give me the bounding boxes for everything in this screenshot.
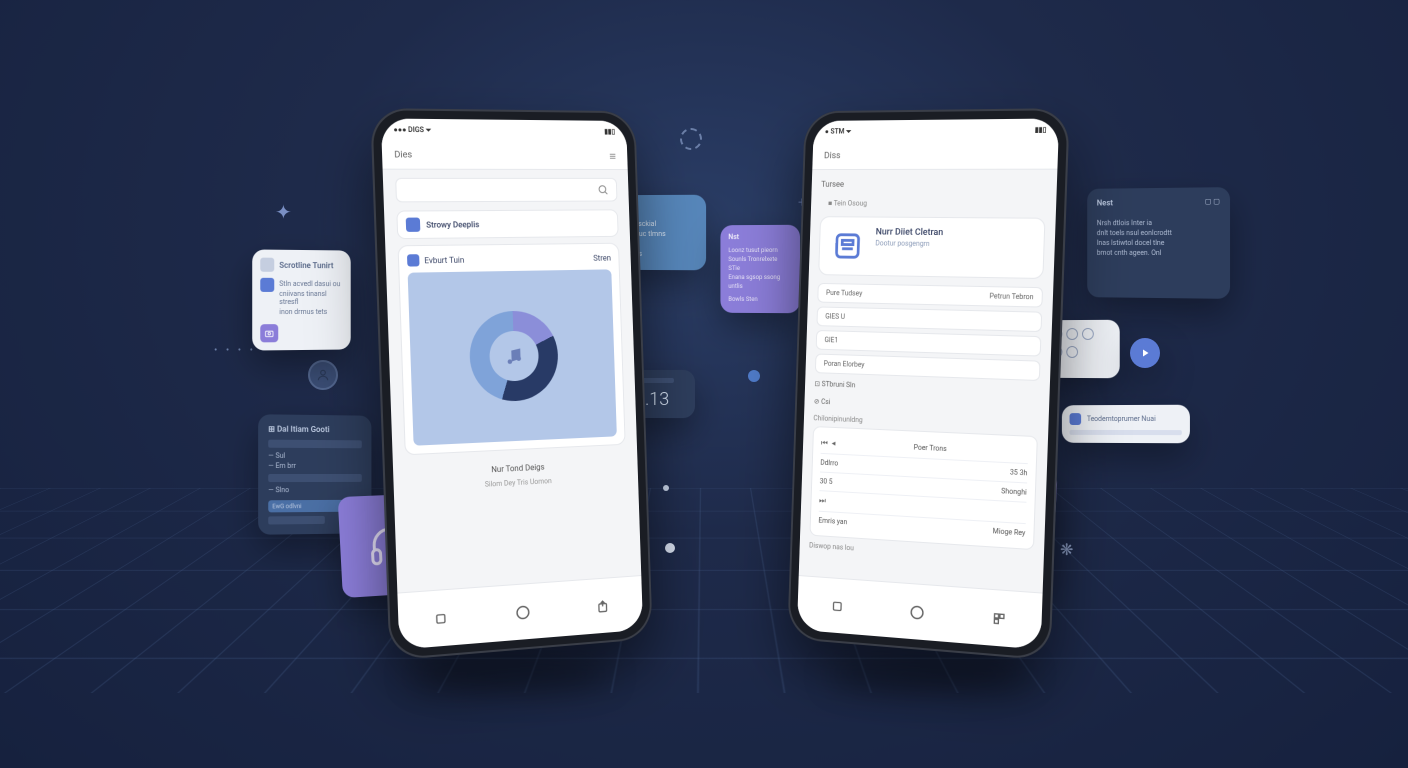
phone-left: ●●● DIGS ⏷ ▮▮▯ Dies ≡ Strowy Deeplis [370,108,653,661]
nav-share[interactable] [592,594,614,617]
control-dot [1066,346,1078,358]
menu-icon[interactable]: ≡ [609,149,616,163]
status-time: ● STM ⏷ [825,127,852,136]
control-value: Mioge Rey [993,527,1026,537]
phone-shadow [410,660,610,690]
window-controls: ▢ ▢ [1205,197,1220,212]
camera-icon [260,324,278,342]
data-row[interactable]: GlE1 [816,330,1042,357]
control-dot [1066,328,1078,340]
control-label: Ddlrro [820,459,838,468]
input-placeholder [268,440,362,449]
status-icons: ▮▮▯ [1033,126,1047,134]
rewind-icon[interactable]: ◂ [831,439,835,449]
card-title: ⊞ Dal Itiam Gooti [268,424,362,434]
search-bar[interactable] [395,178,617,203]
data-row[interactable]: GlES U [816,306,1042,332]
app-header: Dies ≡ [382,141,628,170]
section-label: ■ Tein Osoug [828,200,867,208]
play-icon [1139,347,1151,359]
hero-subtitle: Dootur posgengrn [875,239,943,248]
status-bar: ●●● DIGS ⏷ ▮▮▯ [381,118,627,142]
card-title: Evburt Tuin [424,255,464,265]
label: Scrotline Tunirt [279,260,333,269]
data-row[interactable]: Poran Elorbey [815,354,1041,382]
toggle-row[interactable]: ⊘ Csi [814,395,1039,418]
breadcrumb: Tursee [821,180,1047,189]
thumbnail-icon [407,254,420,266]
float-dark-text-card: Nest ▢ ▢ Nrsh dtlois Inter ia dnlt toels… [1087,187,1230,299]
control-dot [1082,328,1094,340]
dot-decoration [665,543,675,553]
play-button[interactable] [1130,338,1160,368]
thumbnail-icon [406,218,421,232]
list-row[interactable]: Strowy Deeplis [396,209,618,239]
label: Teodemtoprumer Nuai [1087,415,1156,423]
header-title: Dies [394,150,412,160]
nav-recent[interactable] [988,606,1011,630]
section-header: ■ Tein Osoug [820,195,1046,214]
header-title: Diss [824,151,841,161]
nav-back[interactable] [429,606,452,630]
input-placeholder [268,474,362,482]
music-note-icon [503,345,525,368]
card-action[interactable]: Stren [593,253,611,262]
input-placeholder [268,516,325,525]
phone-shadow [830,660,1030,690]
player-card: Evburt Tuin Stren [397,243,625,456]
phone-right: ● STM ⏷ ▮▮▯ Diss Tursee ■ Tein Osoug Nur… [787,108,1070,661]
counter-value: .13 [645,389,669,410]
plus-icon: ✦ [275,200,292,224]
app-header: Diss [812,141,1058,170]
square-icon [260,278,274,292]
card-title: Nst [728,233,792,241]
pill-badge: 35 3h [1010,468,1028,477]
square-icon [1070,413,1082,425]
nav-home[interactable] [512,600,534,624]
row-label: Strowy Deeplis [426,220,479,230]
float-row-card: Teodemtoprumer Nuai [1062,405,1190,444]
prev-icon[interactable]: ⏮ [821,438,828,448]
control-label: Emris yan [818,517,847,527]
nav-back[interactable] [826,594,848,617]
dot-decoration [663,485,669,491]
progress-ring [468,310,559,403]
album-art [408,269,617,445]
data-row[interactable]: Pure TudseyPetrun Tebron [817,283,1043,308]
status-bar: ● STM ⏷ ▮▮▯ [813,118,1059,142]
status-time: ●●● DIGS ⏷ [393,125,431,134]
next-icon[interactable]: ⏭ [819,496,826,506]
avatar-decoration [308,360,338,390]
nav-home[interactable] [906,600,928,624]
status-icons: ▮▮▯ [602,128,615,136]
hero-icon [829,227,866,265]
search-icon [597,184,609,196]
pill-badge: Shonghi [1001,487,1027,497]
float-purple-card: Nst Loonz tusut pieorn Sounls Tronrelxet… [720,225,800,313]
control-label: Poer Trons [914,444,947,454]
dot-decoration [748,370,760,382]
sparkle-icon: ❋ [1060,540,1073,559]
ring-decoration [680,128,702,150]
float-card-list: Scrotline Tunirt Stln acvedl dasui oucni… [252,249,350,350]
hero-card: Nurr Diiet Cletran Dootur posgengrn [818,216,1045,279]
hero-title: Nurr Diiet Cletran [876,227,944,238]
card-title: Nest [1097,198,1113,207]
